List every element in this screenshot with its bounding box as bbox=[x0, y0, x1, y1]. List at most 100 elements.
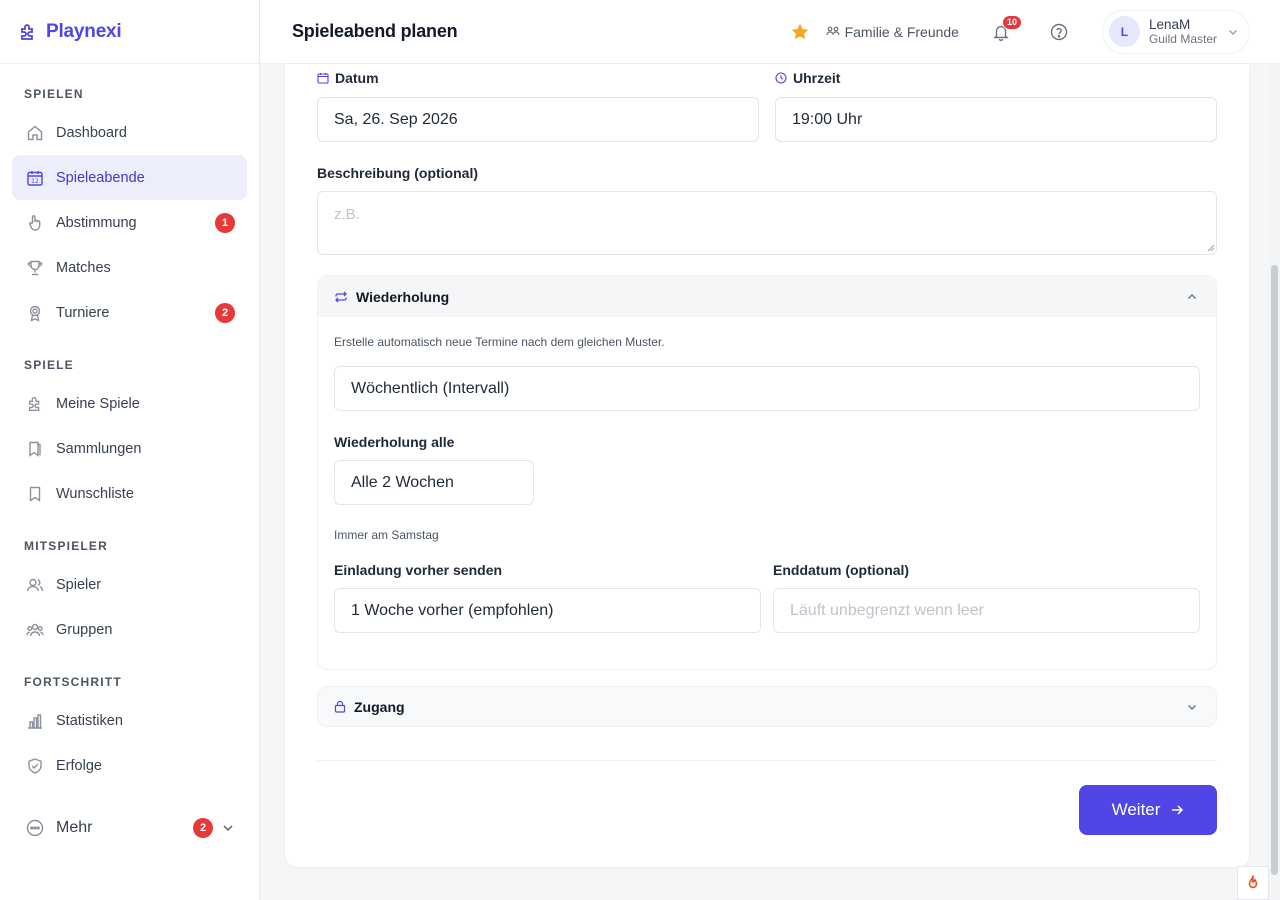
recurrence-title: Wiederholung bbox=[356, 288, 450, 305]
user-role: Guild Master bbox=[1148, 31, 1217, 46]
more-icon bbox=[26, 819, 44, 837]
recurrence-hint: Erstelle automatisch neue Termine nach d… bbox=[334, 335, 665, 349]
sidebar-item-label: Sammlungen bbox=[56, 440, 142, 457]
shield-check-icon bbox=[26, 757, 44, 775]
sidebar-item-dashboard[interactable]: Dashboard bbox=[12, 110, 247, 155]
group-icon bbox=[26, 621, 44, 639]
weekday-hint: Immer am Samstag bbox=[334, 528, 439, 542]
bar-chart-icon bbox=[26, 712, 44, 730]
chevron-up-icon bbox=[1186, 291, 1198, 303]
notification-count: 10 bbox=[1001, 14, 1022, 30]
end-date-label: Enddatum (optional) bbox=[773, 562, 910, 578]
people-icon bbox=[825, 25, 840, 39]
access-title: Zugang bbox=[354, 698, 405, 715]
interval-select[interactable]: Alle 2 Wochen bbox=[334, 460, 534, 505]
end-date-field[interactable]: Läuft unbegrenzt wenn leer bbox=[773, 588, 1200, 633]
time-field[interactable]: 19:00 Uhr bbox=[775, 97, 1217, 142]
sidebar-item-label: Erfolge bbox=[56, 757, 102, 774]
puzzle-logo-icon bbox=[18, 22, 38, 42]
bookmarks-icon bbox=[26, 440, 44, 458]
date-field[interactable]: Sa, 26. Sep 2026 bbox=[317, 97, 759, 142]
user-menu[interactable]: L LenaM Guild Master bbox=[1101, 9, 1250, 54]
divider bbox=[317, 760, 1217, 761]
sidebar-item-label: Abstimmung bbox=[56, 214, 137, 231]
user-name: LenaM bbox=[1148, 16, 1191, 32]
svg-text:12: 12 bbox=[31, 178, 39, 185]
notifications-button[interactable]: 10 bbox=[992, 14, 1022, 41]
clock-icon bbox=[775, 72, 787, 84]
description-label: Beschreibung (optional) bbox=[317, 165, 478, 181]
arrow-right-icon bbox=[1170, 803, 1184, 817]
sidebar-item-abstimmung[interactable]: Abstimmung 1 bbox=[12, 200, 247, 245]
sidebar-item-turniere[interactable]: Turniere 2 bbox=[12, 290, 247, 335]
chevron-down-icon bbox=[221, 821, 235, 835]
help-icon[interactable] bbox=[1050, 23, 1068, 41]
invite-select[interactable]: 1 Woche vorher (empfohlen) bbox=[334, 588, 761, 633]
invite-label: Einladung vorher senden bbox=[334, 562, 503, 578]
turniere-badge: 2 bbox=[215, 302, 235, 323]
sidebar-item-meine-spiele[interactable]: Meine Spiele bbox=[12, 381, 247, 426]
page-title: Spieleabend planen bbox=[292, 21, 458, 41]
abstimmung-badge: 1 bbox=[215, 212, 235, 233]
topbar: Spieleabend planen Familie & Freunde 10 … bbox=[260, 0, 1280, 64]
plan-form-card: Datum Sa, 26. Sep 2026 Uhrzeit 19:00 Uhr… bbox=[285, 64, 1249, 867]
hand-icon bbox=[26, 214, 44, 232]
sidebar-nav: SPIELEN Dashboard 12 Spieleabende Abstim… bbox=[0, 84, 259, 850]
sidebar-item-mehr[interactable]: Mehr 2 bbox=[12, 805, 247, 850]
fire-icon[interactable] bbox=[1237, 866, 1269, 900]
calendar-icon bbox=[317, 72, 329, 84]
chevron-down-icon bbox=[1186, 701, 1198, 713]
sidebar-item-spieleabende[interactable]: 12 Spieleabende bbox=[12, 155, 247, 200]
sidebar-item-label: Turniere bbox=[56, 304, 110, 321]
next-button-label: Weiter bbox=[1111, 800, 1161, 819]
sidebar-item-label: Gruppen bbox=[56, 621, 113, 638]
resize-handle-icon[interactable] bbox=[1207, 244, 1215, 252]
access-panel-header[interactable]: Zugang bbox=[317, 686, 1217, 727]
avatar: L bbox=[1108, 16, 1140, 47]
section-title-fortschritt: FORTSCHRITT bbox=[24, 675, 122, 689]
bookmark-icon bbox=[26, 485, 44, 503]
section-title-mitspieler: MITSPIELER bbox=[24, 539, 109, 553]
scrollbar-thumb[interactable] bbox=[1271, 265, 1278, 875]
sidebar-item-label: Mehr bbox=[56, 818, 93, 836]
home-icon bbox=[26, 124, 44, 142]
description-field[interactable]: z.B. bbox=[317, 191, 1217, 255]
sidebar-item-label: Meine Spiele bbox=[56, 395, 140, 412]
interval-label: Wiederholung alle bbox=[334, 434, 455, 450]
sidebar-item-label: Dashboard bbox=[56, 124, 127, 141]
sidebar-item-sammlungen[interactable]: Sammlungen bbox=[12, 426, 247, 471]
medal-icon bbox=[26, 304, 44, 322]
star-icon[interactable] bbox=[790, 22, 810, 42]
time-label-text: Uhrzeit bbox=[793, 70, 841, 86]
sidebar-item-matches[interactable]: Matches bbox=[12, 245, 247, 290]
date-label: Datum bbox=[317, 70, 379, 86]
time-label: Uhrzeit bbox=[775, 70, 840, 86]
sidebar: Playnexi SPIELEN Dashboard 12 Spieleaben… bbox=[0, 0, 260, 900]
lock-icon bbox=[334, 700, 346, 713]
group-context-label: Familie & Freunde bbox=[844, 23, 959, 40]
brand[interactable]: Playnexi bbox=[0, 0, 259, 64]
sidebar-item-label: Spieler bbox=[56, 576, 102, 593]
sidebar-item-label: Statistiken bbox=[56, 712, 123, 729]
users-icon bbox=[26, 576, 44, 594]
repeat-icon bbox=[334, 290, 348, 304]
brand-name: Playnexi bbox=[46, 20, 122, 42]
section-title-spielen: SPIELEN bbox=[24, 87, 84, 101]
puzzle-icon bbox=[26, 395, 44, 413]
trophy-icon bbox=[26, 259, 44, 277]
next-button[interactable]: Weiter bbox=[1079, 785, 1217, 835]
sidebar-item-erfolge[interactable]: Erfolge bbox=[12, 743, 247, 788]
sidebar-item-statistiken[interactable]: Statistiken bbox=[12, 698, 247, 743]
calendar-icon: 12 bbox=[26, 169, 44, 187]
recurrence-panel-header[interactable]: Wiederholung bbox=[318, 276, 1216, 317]
sidebar-item-label: Matches bbox=[56, 259, 111, 276]
sidebar-item-gruppen[interactable]: Gruppen bbox=[12, 607, 247, 652]
date-label-text: Datum bbox=[335, 70, 379, 86]
group-context-selector[interactable]: Familie & Freunde bbox=[825, 23, 959, 40]
sidebar-item-spieler[interactable]: Spieler bbox=[12, 562, 247, 607]
mehr-badge: 2 bbox=[193, 817, 213, 838]
recurrence-mode-select[interactable]: Wöchentlich (Intervall) bbox=[334, 366, 1200, 411]
section-title-spiele: SPIELE bbox=[24, 358, 74, 372]
sidebar-item-wunschliste[interactable]: Wunschliste bbox=[12, 471, 247, 516]
recurrence-panel: Wiederholung Erstelle automatisch neue T… bbox=[317, 275, 1217, 670]
